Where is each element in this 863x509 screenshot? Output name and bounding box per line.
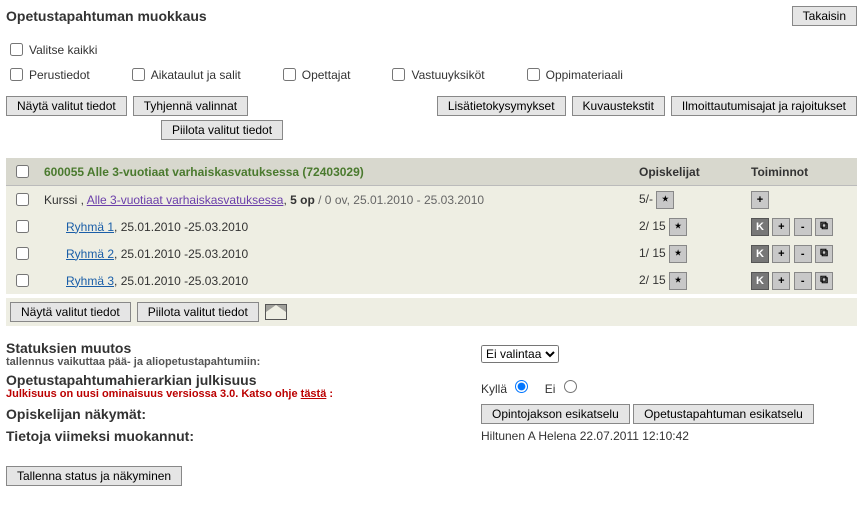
modified-value: Hiltunen A Helena 22.07.2011 12:10:42 bbox=[481, 429, 689, 443]
minus-icon[interactable]: - bbox=[794, 218, 812, 236]
vastuuyksikot-checkbox[interactable] bbox=[392, 68, 405, 81]
person-icon[interactable]: ⭑ bbox=[669, 245, 687, 263]
perustiedot-label: Perustiedot bbox=[29, 68, 90, 82]
table-row: Kurssi , Alle 3-vuotiaat varhaiskasvatuk… bbox=[6, 186, 857, 214]
group-dates: , 25.01.2010 -25.03.2010 bbox=[114, 274, 248, 288]
status-title: Statuksien muutos bbox=[6, 340, 481, 356]
course-header: 600055 Alle 3-vuotiaat varhaiskasvatukse… bbox=[44, 165, 364, 179]
k-icon[interactable]: K bbox=[751, 245, 769, 263]
publicity-yes-radio[interactable] bbox=[515, 380, 528, 393]
event-preview-button[interactable]: Opetustapahtuman esikatselu bbox=[633, 404, 814, 424]
table-row: Ryhmä 3, 25.01.2010 -25.03.2010 2/ 15 ⭑ … bbox=[6, 267, 857, 294]
copy-icon[interactable]: ⧉ bbox=[815, 218, 833, 236]
table-row: Ryhmä 1, 25.01.2010 -25.03.2010 2/ 15 ⭑ … bbox=[6, 213, 857, 240]
actions-header: Toiminnot bbox=[745, 158, 857, 186]
plus-icon[interactable]: + bbox=[772, 245, 790, 263]
students-count: 1/ 15 bbox=[639, 246, 666, 260]
opettajat-label: Opettajat bbox=[302, 68, 351, 82]
group-link[interactable]: Ryhmä 1 bbox=[66, 220, 114, 234]
student-views-title: Opiskelijan näkymät: bbox=[6, 406, 481, 422]
description-texts-button[interactable]: Kuvaustekstit bbox=[572, 96, 665, 116]
students-count: 5/- bbox=[639, 192, 653, 206]
course-credits: 5 op bbox=[290, 193, 315, 207]
row-checkbox[interactable] bbox=[16, 274, 29, 287]
oppimateriaali-checkbox[interactable] bbox=[527, 68, 540, 81]
students-header: Opiskelijat bbox=[633, 158, 745, 186]
plus-icon[interactable]: + bbox=[772, 218, 790, 236]
opettajat-checkbox[interactable] bbox=[283, 68, 296, 81]
course-link[interactable]: Alle 3-vuotiaat varhaiskasvatuksessa bbox=[87, 193, 284, 207]
status-note: tallennus vaikuttaa pää- ja aliopetustap… bbox=[6, 356, 481, 368]
group-link[interactable]: Ryhmä 3 bbox=[66, 274, 114, 288]
mail-icon[interactable] bbox=[265, 304, 287, 320]
aikataulut-checkbox[interactable] bbox=[132, 68, 145, 81]
person-icon[interactable]: ⭑ bbox=[669, 272, 687, 290]
students-count: 2/ 15 bbox=[639, 219, 666, 233]
person-icon[interactable]: ⭑ bbox=[669, 218, 687, 236]
events-table: 600055 Alle 3-vuotiaat varhaiskasvatukse… bbox=[6, 158, 857, 294]
plus-icon[interactable]: + bbox=[751, 191, 769, 209]
aikataulut-label: Aikataulut ja salit bbox=[151, 68, 241, 82]
publicity-no-radio[interactable] bbox=[564, 380, 577, 393]
save-status-button[interactable]: Tallenna status ja näkyminen bbox=[6, 466, 182, 486]
show-selected-button-2[interactable]: Näytä valitut tiedot bbox=[10, 302, 131, 322]
page-title: Opetustapahtuman muokkaus bbox=[6, 8, 207, 24]
copy-icon[interactable]: ⧉ bbox=[815, 245, 833, 263]
modified-label: Tietoja viimeksi muokannut: bbox=[6, 428, 481, 444]
course-type: Kurssi bbox=[44, 193, 77, 207]
status-select[interactable]: Ei valintaa bbox=[481, 345, 559, 363]
minus-icon[interactable]: - bbox=[794, 245, 812, 263]
row-checkbox[interactable] bbox=[16, 193, 29, 206]
group-dates: , 25.01.2010 -25.03.2010 bbox=[114, 247, 248, 261]
show-selected-button[interactable]: Näytä valitut tiedot bbox=[6, 96, 127, 116]
table-row: Ryhmä 2, 25.01.2010 -25.03.2010 1/ 15 ⭑ … bbox=[6, 240, 857, 267]
table-select-all-checkbox[interactable] bbox=[16, 165, 29, 178]
publicity-help-link[interactable]: tästä bbox=[301, 388, 327, 400]
publicity-note: Julkisuus on uusi ominaisuus versiossa 3… bbox=[6, 388, 481, 400]
course-meta: / 0 ov, 25.01.2010 - 25.03.2010 bbox=[318, 193, 484, 207]
publicity-no-label: Ei bbox=[545, 382, 580, 396]
group-dates: , 25.01.2010 -25.03.2010 bbox=[114, 220, 248, 234]
publicity-title: Opetustapahtumahierarkian julkisuus bbox=[6, 372, 481, 388]
course-preview-button[interactable]: Opintojakson esikatselu bbox=[481, 404, 630, 424]
group-link[interactable]: Ryhmä 2 bbox=[66, 247, 114, 261]
extra-questions-button[interactable]: Lisätietokysymykset bbox=[437, 96, 566, 116]
row-checkbox[interactable] bbox=[16, 247, 29, 260]
plus-icon[interactable]: + bbox=[772, 272, 790, 290]
oppimateriaali-label: Oppimateriaali bbox=[546, 68, 623, 82]
students-count: 2/ 15 bbox=[639, 273, 666, 287]
hide-selected-button-2[interactable]: Piilota valitut tiedot bbox=[137, 302, 259, 322]
k-icon[interactable]: K bbox=[751, 218, 769, 236]
publicity-yes-label: Kyllä bbox=[481, 382, 531, 396]
k-icon[interactable]: K bbox=[751, 272, 769, 290]
copy-icon[interactable]: ⧉ bbox=[815, 272, 833, 290]
row-checkbox[interactable] bbox=[16, 220, 29, 233]
select-all-checkbox[interactable] bbox=[10, 43, 23, 56]
back-button[interactable]: Takaisin bbox=[792, 6, 857, 26]
enrollment-restrictions-button[interactable]: Ilmoittautumisajat ja rajoitukset bbox=[671, 96, 857, 116]
hide-selected-button[interactable]: Piilota valitut tiedot bbox=[161, 120, 283, 140]
minus-icon[interactable]: - bbox=[794, 272, 812, 290]
select-all-label: Valitse kaikki bbox=[29, 43, 97, 57]
person-icon[interactable]: ⭑ bbox=[656, 191, 674, 209]
clear-selection-button[interactable]: Tyhjennä valinnat bbox=[133, 96, 248, 116]
vastuuyksikot-label: Vastuuyksiköt bbox=[411, 68, 484, 82]
perustiedot-checkbox[interactable] bbox=[10, 68, 23, 81]
